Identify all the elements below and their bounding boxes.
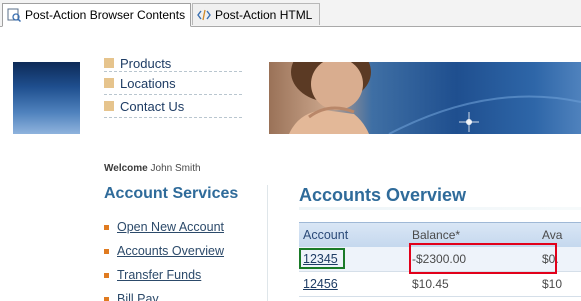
account-services-list: Open New Account Accounts Overview Trans… bbox=[104, 215, 224, 301]
bill-pay-link[interactable]: Bill Pay bbox=[117, 292, 159, 301]
menu-item-products[interactable]: Products bbox=[104, 55, 242, 72]
editor-tab-bar: Post-Action Browser Contents Post-Action… bbox=[0, 0, 581, 27]
tab-post-action-browser-contents[interactable]: Post-Action Browser Contents bbox=[2, 3, 191, 27]
title-underline bbox=[299, 207, 581, 210]
header-banner-left bbox=[13, 62, 80, 134]
tab-post-action-html[interactable]: Post-Action HTML bbox=[192, 3, 320, 25]
balance-highlight-box bbox=[409, 243, 557, 274]
menu-bullet-icon bbox=[104, 101, 114, 111]
bullet-icon bbox=[104, 296, 109, 301]
menu-item-locations[interactable]: Locations bbox=[104, 72, 242, 95]
account-cell: 12456 bbox=[299, 277, 412, 291]
available-cell: $10 bbox=[542, 277, 563, 291]
open-new-account-link[interactable]: Open New Account bbox=[117, 220, 224, 234]
bullet-icon bbox=[104, 224, 109, 230]
header-banner-photo bbox=[269, 62, 581, 134]
column-header-available: Ava bbox=[542, 228, 563, 242]
menu-bullet-icon bbox=[104, 58, 114, 68]
woman-portrait-image bbox=[289, 62, 581, 134]
menu-bullet-icon bbox=[104, 78, 114, 88]
accounts-overview-link[interactable]: Accounts Overview bbox=[117, 244, 224, 258]
list-item: Accounts Overview bbox=[104, 239, 224, 263]
top-menu: Products Locations Contact Us bbox=[104, 55, 242, 118]
transfer-funds-link[interactable]: Transfer Funds bbox=[117, 268, 201, 282]
tab-label: Post-Action Browser Contents bbox=[25, 8, 186, 22]
table-row: 12456 $10.45 $10 bbox=[299, 272, 581, 297]
tab-label: Post-Action HTML bbox=[215, 7, 313, 22]
column-header-balance: Balance* bbox=[412, 228, 461, 242]
account-link[interactable]: 12456 bbox=[303, 277, 338, 291]
accounts-overview-title: Accounts Overview bbox=[299, 185, 467, 205]
list-item: Open New Account bbox=[104, 215, 224, 239]
account-services-title: Account Services bbox=[104, 185, 239, 202]
bullet-icon bbox=[104, 248, 109, 254]
html-source-icon bbox=[197, 8, 211, 22]
list-item: Bill Pay bbox=[104, 287, 224, 301]
welcome-user: John Smith bbox=[150, 163, 201, 174]
bullet-icon bbox=[104, 272, 109, 278]
list-item: Transfer Funds bbox=[104, 263, 224, 287]
browser-page-icon bbox=[7, 8, 21, 22]
browser-contents: Products Locations Contact Us Welcome Jo… bbox=[0, 27, 581, 301]
welcome-prefix: Welcome bbox=[104, 163, 148, 174]
column-divider bbox=[267, 185, 268, 301]
balance-cell: $10.45 bbox=[412, 277, 449, 291]
menu-item-contact-us[interactable]: Contact Us bbox=[104, 95, 242, 118]
welcome-message: Welcome John Smith bbox=[104, 163, 201, 174]
account-highlight-box bbox=[299, 248, 345, 269]
column-header-account: Account bbox=[303, 228, 349, 242]
